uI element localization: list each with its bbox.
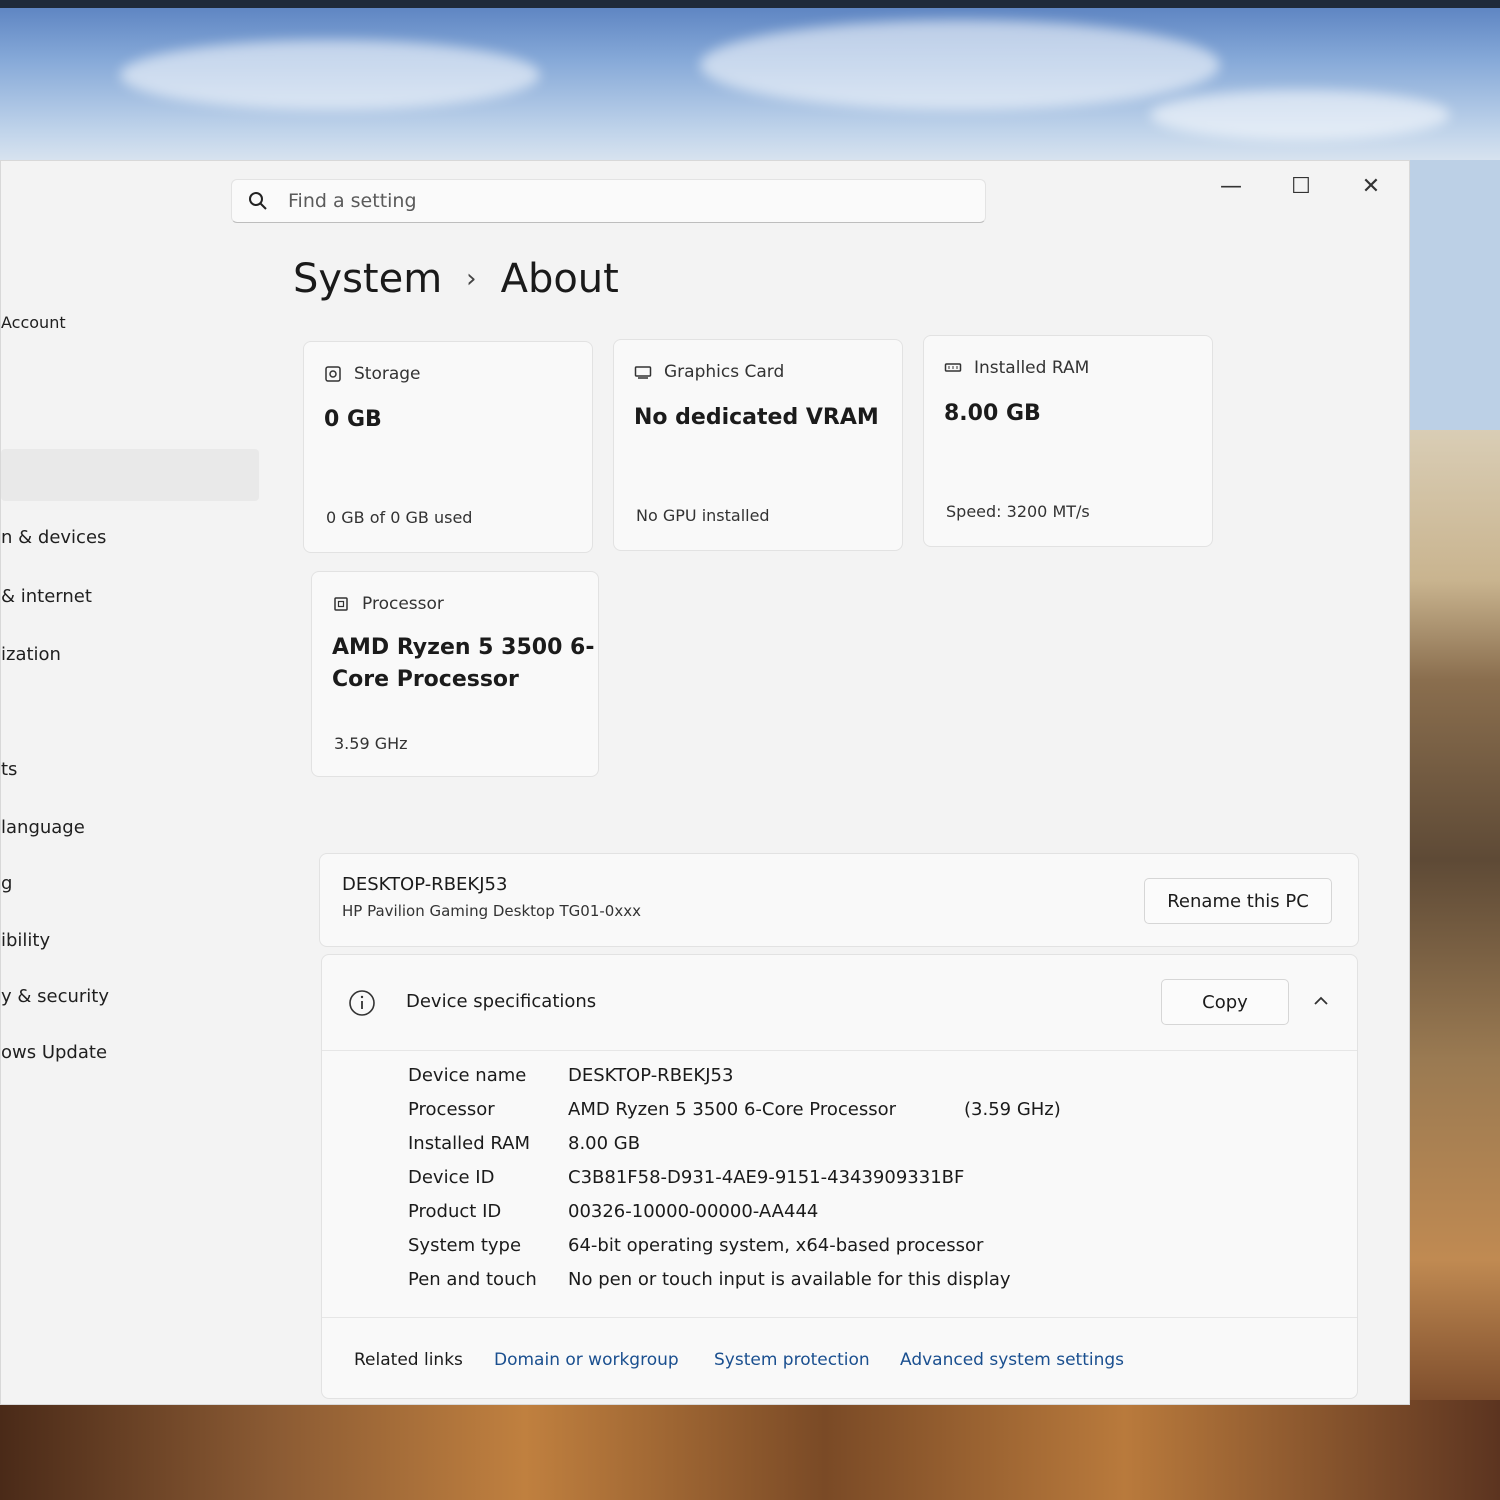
chevron-right-icon: › — [466, 264, 477, 294]
storage-title: Storage — [354, 364, 421, 384]
storage-card-header: Storage — [324, 364, 421, 384]
device-specifications-header[interactable]: Device specifications Copy — [322, 955, 1357, 1051]
window-controls: — ☐ ✕ — [1213, 171, 1389, 201]
spec-label: Pen and touch — [408, 1269, 537, 1290]
spec-extra: (3.59 GHz) — [964, 1099, 1061, 1120]
settings-window: — ☐ ✕ Account n & devices & internet iza… — [0, 160, 1410, 1405]
related-links-label: Related links — [354, 1350, 463, 1370]
storage-used: 0 GB of 0 GB used — [326, 508, 473, 527]
spec-label: Installed RAM — [408, 1133, 531, 1154]
spec-label: Processor — [408, 1099, 495, 1120]
search-input[interactable] — [286, 189, 890, 213]
wallpaper-cloud — [120, 40, 540, 110]
processor-value: AMD Ryzen 5 3500 6- Core Processor — [332, 632, 594, 696]
spec-value[interactable]: 00326-10000-00000-AA444 — [568, 1201, 818, 1222]
wallpaper-cloud — [700, 20, 1220, 110]
sidebar-item-system-selected[interactable] — [1, 449, 259, 501]
processor-speed: 3.59 GHz — [334, 734, 408, 753]
maximize-button[interactable]: ☐ — [1283, 171, 1319, 201]
domain-workgroup-link[interactable]: Domain or workgroup — [494, 1350, 679, 1370]
processor-value-line1: AMD Ryzen 5 3500 6- — [332, 635, 595, 660]
device-specifications-title: Device specifications — [406, 991, 597, 1012]
graphics-value: No dedicated VRAM — [634, 405, 879, 430]
minimize-icon: — — [1220, 173, 1242, 199]
breadcrumb-system[interactable]: System — [293, 256, 442, 302]
processor-icon — [334, 597, 348, 611]
spec-label: System type — [408, 1235, 522, 1256]
sidebar-item-personalization[interactable]: ization — [1, 644, 61, 665]
breadcrumb: System › About — [293, 256, 619, 302]
installed-ram-card[interactable]: Installed RAM 8.00 GB Speed: 3200 MT/s — [923, 335, 1213, 547]
system-protection-link[interactable]: System protection — [714, 1350, 870, 1370]
ram-speed: Speed: 3200 MT/s — [946, 502, 1090, 521]
sidebar-item-time-language[interactable]: language — [1, 817, 85, 838]
storage-card[interactable]: Storage 0 GB 0 GB of 0 GB used — [303, 341, 593, 553]
chevron-up-icon[interactable] — [1311, 991, 1331, 1011]
page-title: About — [500, 256, 619, 302]
processor-value-line2: Core Processor — [332, 667, 519, 692]
processor-card[interactable]: Processor AMD Ryzen 5 3500 6- Core Proce… — [311, 571, 599, 777]
sidebar-item-accounts[interactable]: ts — [1, 759, 17, 780]
desktop-wallpaper-right — [1400, 160, 1500, 1410]
storage-value: 0 GB — [324, 407, 382, 432]
related-links: Related links Domain or workgroup System… — [322, 1317, 1357, 1400]
spec-value[interactable]: DESKTOP-RBEKJ53 — [568, 1065, 733, 1086]
processor-title: Processor — [362, 594, 444, 614]
spec-value[interactable]: 64-bit operating system, x64-based proce… — [568, 1235, 983, 1256]
copy-button[interactable]: Copy — [1161, 979, 1289, 1025]
graphics-card-header: Graphics Card — [634, 362, 784, 382]
graphics-sub: No GPU installed — [636, 506, 770, 525]
spec-value[interactable]: No pen or touch input is available for t… — [568, 1269, 1011, 1290]
spec-value[interactable]: AMD Ryzen 5 3500 6-Core Processor — [568, 1099, 896, 1120]
spec-label: Product ID — [408, 1201, 502, 1222]
sidebar-item-account[interactable]: Account — [1, 313, 66, 332]
ram-value: 8.00 GB — [944, 401, 1041, 426]
graphics-card-icon — [634, 366, 652, 379]
sidebar-item-bluetooth-devices[interactable]: n & devices — [1, 527, 106, 548]
spec-value[interactable]: 8.00 GB — [568, 1133, 640, 1154]
sidebar-item-gaming[interactable]: g — [1, 873, 12, 894]
graphics-card[interactable]: Graphics Card No dedicated VRAM No GPU i… — [613, 339, 903, 551]
processor-card-header: Processor — [332, 594, 444, 614]
memory-icon — [944, 363, 962, 372]
rename-pc-button[interactable]: Rename this PC — [1144, 878, 1332, 924]
device-specifications-card: Device specifications Copy Device name D… — [321, 954, 1358, 1399]
ram-card-header: Installed RAM — [944, 358, 1089, 378]
advanced-system-settings-link[interactable]: Advanced system settings — [900, 1350, 1124, 1370]
info-icon — [349, 990, 375, 1016]
search-box[interactable] — [231, 179, 986, 223]
pc-name: DESKTOP-RBEKJ53 — [342, 874, 508, 895]
sidebar-item-windows-update[interactable]: ows Update — [1, 1042, 107, 1063]
spec-value[interactable]: C3B81F58-D931-4AE9-9151-4343909331BF — [568, 1167, 964, 1188]
desktop-wallpaper-bottom — [0, 1400, 1500, 1500]
close-button[interactable]: ✕ — [1353, 171, 1389, 201]
spec-label: Device ID — [408, 1167, 495, 1188]
sidebar-item-network-internet[interactable]: & internet — [1, 586, 92, 607]
spec-label: Device name — [408, 1065, 527, 1086]
close-icon: ✕ — [1361, 173, 1381, 199]
maximize-icon: ☐ — [1291, 173, 1311, 199]
minimize-button[interactable]: — — [1213, 171, 1249, 201]
storage-icon — [325, 366, 341, 382]
ram-title: Installed RAM — [974, 358, 1090, 378]
sidebar: Account n & devices & internet ization t… — [1, 161, 261, 1404]
sidebar-item-accessibility[interactable]: ibility — [1, 930, 50, 951]
pc-model: HP Pavilion Gaming Desktop TG01-0xxx — [342, 902, 641, 920]
sidebar-item-privacy-security[interactable]: y & security — [1, 986, 109, 1007]
wallpaper-cloud — [1150, 90, 1450, 140]
graphics-title: Graphics Card — [664, 362, 785, 382]
pc-name-card: DESKTOP-RBEKJ53 HP Pavilion Gaming Deskt… — [319, 853, 1359, 947]
